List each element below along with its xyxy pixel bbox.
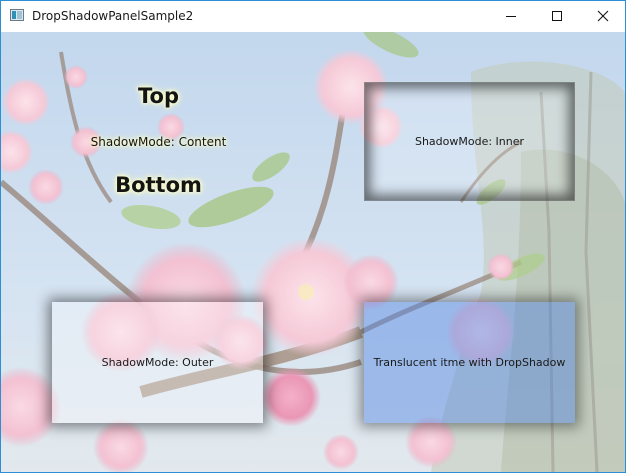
outer-shadow-panel: ShadowMode: Outer bbox=[52, 302, 263, 423]
close-button[interactable] bbox=[580, 1, 626, 32]
maximize-button[interactable] bbox=[534, 1, 580, 32]
translucent-shadow-panel-label: Translucent itme with DropShadow bbox=[373, 356, 566, 369]
window-title: DropShadowPanelSample2 bbox=[32, 9, 194, 23]
inner-shadow-panel: ShadowMode: Inner bbox=[364, 82, 575, 201]
translucent-shadow-panel: Translucent itme with DropShadow bbox=[364, 302, 575, 423]
content-shadow-top-text: Top bbox=[138, 84, 179, 108]
minimize-icon bbox=[506, 16, 516, 17]
app-window-icon[interactable] bbox=[10, 9, 24, 21]
inner-shadow-panel-label: ShadowMode: Inner bbox=[414, 135, 525, 148]
title-bar[interactable]: DropShadowPanelSample2 bbox=[1, 1, 625, 32]
outer-shadow-panel-label: ShadowMode: Outer bbox=[101, 356, 214, 369]
minimize-button[interactable] bbox=[488, 1, 534, 32]
app-window: DropShadowPanelSample2 Top ShadowMode: C… bbox=[0, 0, 626, 473]
window-content: Top ShadowMode: Content Bottom ShadowMod… bbox=[1, 32, 625, 472]
content-shadow-mode-text: ShadowMode: Content bbox=[90, 135, 227, 149]
maximize-icon bbox=[552, 11, 562, 21]
close-icon bbox=[597, 10, 609, 22]
content-shadow-bottom-text: Bottom bbox=[115, 173, 202, 197]
